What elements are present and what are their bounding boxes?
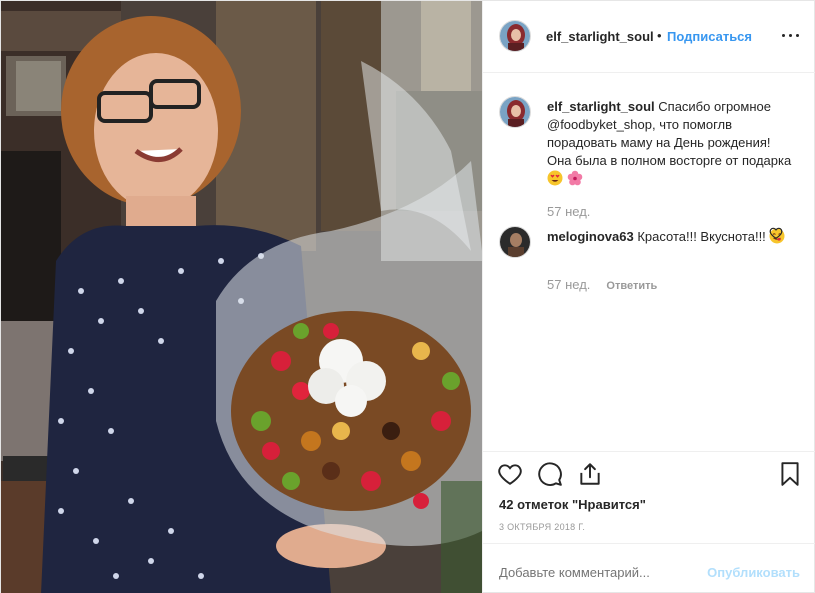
author-username[interactable]: elf_starlight_soul	[546, 29, 654, 44]
comment-item: meloginova63 Красота!!! Вкуснота!!! 57 н…	[499, 226, 799, 306]
caption-comment: elf_starlight_soul Спасибо огромное @foo…	[499, 96, 799, 236]
comment-input[interactable]	[499, 565, 699, 580]
reply-button[interactable]: Ответить	[606, 280, 657, 292]
post-actions: 42 отметок "Нравится" 3 ОКТЯБРЯ 2018 Г.	[483, 451, 815, 543]
heart-eyes-emoji	[547, 170, 563, 186]
comment-username[interactable]: elf_starlight_soul	[547, 99, 655, 114]
comment-username[interactable]: meloginova63	[547, 229, 634, 244]
post-header: elf_starlight_soul • Подписаться	[483, 1, 815, 73]
comment-time[interactable]: 57 нед.	[547, 204, 590, 219]
commenter-avatar[interactable]	[499, 96, 531, 128]
post-sidebar: elf_starlight_soul • Подписаться elf_sta…	[482, 1, 815, 593]
add-comment-bar: Опубликовать	[483, 543, 815, 593]
comments-list: elf_starlight_soul Спасибо огромное @foo…	[483, 73, 815, 451]
more-options-icon[interactable]	[781, 25, 801, 45]
comment-like-heart-icon[interactable]	[769, 226, 783, 240]
like-heart-icon[interactable]	[497, 461, 523, 487]
publish-button[interactable]: Опубликовать	[707, 565, 800, 580]
separator-dot: •	[657, 28, 662, 43]
comment-text: Красота!!! Вкуснота!!!	[637, 229, 766, 244]
photo-illustration	[1, 1, 482, 593]
bookmark-save-icon[interactable]	[777, 461, 803, 487]
instagram-post: elf_starlight_soul • Подписаться elf_sta…	[0, 0, 815, 593]
comment-bubble-icon[interactable]	[537, 461, 563, 487]
comment-body: meloginova63 Красота!!! Вкуснота!!!	[547, 228, 795, 246]
comment-body: elf_starlight_soul Спасибо огромное @foo…	[547, 98, 795, 188]
commenter-avatar[interactable]	[499, 226, 531, 258]
post-date[interactable]: 3 ОКТЯБРЯ 2018 Г.	[499, 522, 585, 532]
author-avatar[interactable]	[499, 20, 531, 52]
hibiscus-emoji	[567, 170, 582, 186]
follow-button[interactable]: Подписаться	[667, 29, 752, 44]
share-upload-icon[interactable]	[577, 461, 603, 487]
post-photo[interactable]	[1, 1, 482, 593]
comment-meta: 57 нед. Ответить	[547, 277, 657, 292]
likes-count[interactable]: 42 отметок "Нравится"	[499, 497, 646, 512]
comment-time[interactable]: 57 нед.	[547, 277, 590, 292]
